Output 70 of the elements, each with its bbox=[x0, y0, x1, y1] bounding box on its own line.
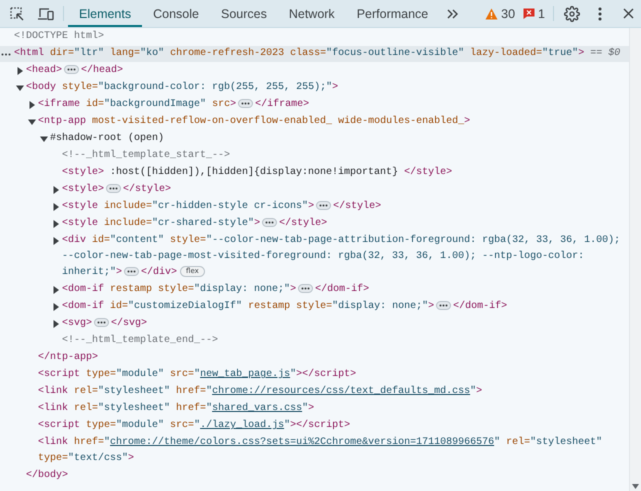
console-reference: == $0 bbox=[590, 48, 620, 59]
element-markup: <dom-if id="customizeDialogIf" restamp style="display: none;"> </dom-if> bbox=[62, 300, 508, 314]
element-markup: <style include="cr-hidden-style cr-icons"> </style> bbox=[62, 200, 382, 214]
error-icon bbox=[523, 8, 536, 19]
collapsed-content-button[interactable] bbox=[238, 98, 254, 108]
collapsed-arrow-icon[interactable] bbox=[52, 320, 60, 328]
element-markup: <body style="background-color: rgb(255, 255, 255);"> bbox=[26, 80, 340, 95]
more-dots-icon[interactable] bbox=[1, 53, 11, 56]
element-markup: <link href="chrome://theme/colors.css?sets=ui%2Cchrome&version=1711089966576" rel="stylesheet" type="text/css"> bbox=[38, 436, 604, 466]
element-markup: <!--_html_template_end_--> bbox=[62, 334, 220, 348]
link[interactable]: shared_vars.css bbox=[212, 403, 302, 414]
panel-tab[interactable]: Console bbox=[142, 0, 210, 27]
link[interactable]: ./lazy_load.js bbox=[200, 420, 284, 431]
ellipsis-icon bbox=[319, 204, 328, 207]
element-markup: <script type="module" src="./lazy_load.js"></script> bbox=[38, 418, 352, 433]
expanded-arrow-icon[interactable] bbox=[16, 84, 24, 92]
link[interactable]: chrome://resources/css/text_defaults_md.css bbox=[212, 386, 470, 397]
panel-tab[interactable]: Network bbox=[278, 0, 346, 27]
collapsed-content-button[interactable] bbox=[124, 266, 140, 276]
element-markup: #shadow-root (open) bbox=[50, 132, 166, 146]
ellipsis-icon bbox=[127, 270, 136, 273]
ellipsis-icon bbox=[67, 68, 76, 71]
ellipsis-icon bbox=[439, 304, 448, 307]
collapsed-arrow-icon[interactable] bbox=[16, 67, 24, 75]
element-markup: <dom-if restamp style="display: none;"> </dom-if> bbox=[62, 282, 370, 297]
errors-counter[interactable]: 1 bbox=[519, 0, 549, 27]
collapsed-arrow-icon[interactable] bbox=[52, 303, 60, 311]
panel-tab[interactable]: Sources bbox=[210, 0, 278, 27]
ellipsis-icon bbox=[301, 286, 310, 290]
closing-tag: </ntp-app> bbox=[38, 352, 98, 363]
collapsed-content-button[interactable] bbox=[262, 218, 278, 227]
collapsed-content-button[interactable] bbox=[316, 200, 332, 210]
ellipsis-icon bbox=[241, 102, 250, 105]
collapsed-arrow-icon[interactable] bbox=[52, 220, 60, 228]
collapsed-content-button[interactable] bbox=[106, 184, 122, 193]
element-markup: <head> </head> bbox=[26, 64, 124, 78]
scroll-down-icon[interactable] bbox=[632, 484, 639, 489]
element-markup: <script type="module" src="new_tab_page.js"></script> bbox=[38, 368, 358, 382]
collapsed-content-button[interactable] bbox=[298, 284, 314, 293]
collapsed-arrow-icon[interactable] bbox=[52, 186, 60, 194]
collapsed-content-button[interactable] bbox=[64, 64, 80, 74]
warning-icon bbox=[485, 8, 498, 20]
element-markup: <!DOCTYPE html> bbox=[14, 30, 106, 44]
element-markup: <iframe id="backgroundImage" src> </iframe> bbox=[38, 98, 310, 112]
collapsed-arrow-icon[interactable] bbox=[52, 203, 60, 211]
closing-tag: </body> bbox=[26, 470, 68, 481]
collapsed-content-button[interactable] bbox=[94, 318, 110, 327]
collapsed-content-button[interactable] bbox=[436, 300, 452, 310]
collapsed-arrow-icon[interactable] bbox=[52, 286, 60, 294]
scrollbar[interactable] bbox=[629, 28, 641, 491]
expanded-arrow-icon[interactable] bbox=[28, 118, 36, 126]
ellipsis-icon bbox=[265, 220, 274, 224]
panel-tab[interactable]: Performance bbox=[346, 0, 440, 27]
element-markup: <style> :host([hidden]),[hidden]{display:none!important} </style> bbox=[62, 166, 454, 180]
link[interactable]: new_tab_page.js bbox=[200, 369, 290, 380]
ellipsis-icon bbox=[97, 320, 106, 324]
collapsed-arrow-icon[interactable] bbox=[28, 101, 36, 109]
element-markup: <style> </style> bbox=[62, 182, 172, 197]
element-markup: <svg> </svg> bbox=[62, 316, 148, 331]
warnings-counter[interactable]: 30 bbox=[481, 0, 520, 27]
element-markup: <link rel="stylesheet" href="chrome://resources/css/text_defaults_md.css"> bbox=[38, 384, 484, 399]
element-markup: <ntp-app most-visited-reflow-on-overflow-enabled_ wide-modules-enabled_> bbox=[38, 114, 472, 129]
link[interactable]: chrome://theme/colors.css?sets=ui%2Cchrome&version=1711089966576 bbox=[110, 437, 494, 448]
panel-tab[interactable]: Elements bbox=[68, 0, 142, 27]
element-markup: <style include="cr-shared-style"> </style> bbox=[62, 216, 328, 231]
collapsed-arrow-icon[interactable] bbox=[52, 237, 60, 245]
ellipsis-icon bbox=[109, 186, 118, 190]
element-markup: <!--_html_template_start_--> bbox=[62, 148, 232, 163]
expanded-arrow-icon[interactable] bbox=[40, 135, 48, 143]
element-markup: <link rel="stylesheet" href="shared_vars.css"> bbox=[38, 402, 316, 416]
